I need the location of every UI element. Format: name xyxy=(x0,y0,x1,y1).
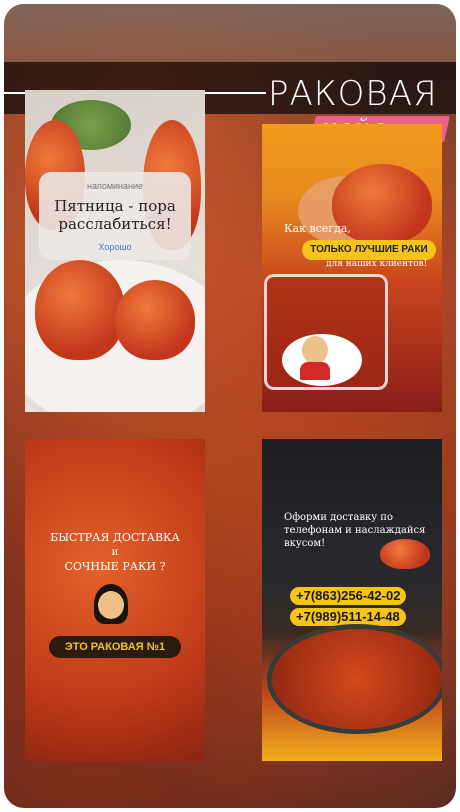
notification-label: напоминание xyxy=(86,181,144,191)
phone-number-2[interactable]: +7(989)511-14-48 xyxy=(290,608,406,626)
bitmoji-avatar-icon xyxy=(302,336,328,364)
crayfish-image xyxy=(35,260,125,360)
highlight-pill: ТОЛЬКО ЛУЧШИЕ РАКИ xyxy=(302,240,436,260)
story-text-line: Как всегда, xyxy=(284,222,351,235)
notification-ok-button[interactable]: Хорошо xyxy=(39,242,191,252)
bitmoji-avatar-icon xyxy=(98,591,124,619)
crayfish-image xyxy=(380,539,430,569)
reminder-notification: напоминание Пятница - пора расслабиться!… xyxy=(39,172,191,260)
story-text-line: БЫСТРАЯ ДОСТАВКА xyxy=(50,531,180,544)
pan-with-crayfish-image xyxy=(272,629,442,729)
story-text-line: СОЧНЫЕ РАКИ ? xyxy=(64,560,166,573)
highlight-pill: ЭТО РАКОВАЯ №1 xyxy=(49,636,181,658)
story-text-line: и xyxy=(111,547,119,558)
phone-number-1[interactable]: +7(863)256-42-02 xyxy=(290,587,407,605)
top-blurred-band xyxy=(4,4,456,62)
notification-message: Пятница - пора расслабиться! xyxy=(54,197,176,233)
screenshot-frame: РАКОВАЯ кейс напоминание Пятница - пора … xyxy=(4,4,456,808)
bitmoji-body xyxy=(300,362,330,380)
story-card-order-delivery: Оформи доставку по телефонам и наслаждай… xyxy=(262,439,442,761)
story-text-line: для наших клиентов! xyxy=(326,259,428,269)
story-card-friday: напоминание Пятница - пора расслабиться!… xyxy=(25,90,205,412)
story-card-fast-delivery: БЫСТРАЯ ДОСТАВКА и СОЧНЫЕ РАКИ ? ЭТО РАК… xyxy=(25,439,205,761)
story-card-best-crayfish: Как всегда, ТОЛЬКО ЛУЧШИЕ РАКИ для наших… xyxy=(262,124,442,412)
crayfish-image xyxy=(115,280,195,360)
brand-title: РАКОВАЯ xyxy=(268,74,438,114)
